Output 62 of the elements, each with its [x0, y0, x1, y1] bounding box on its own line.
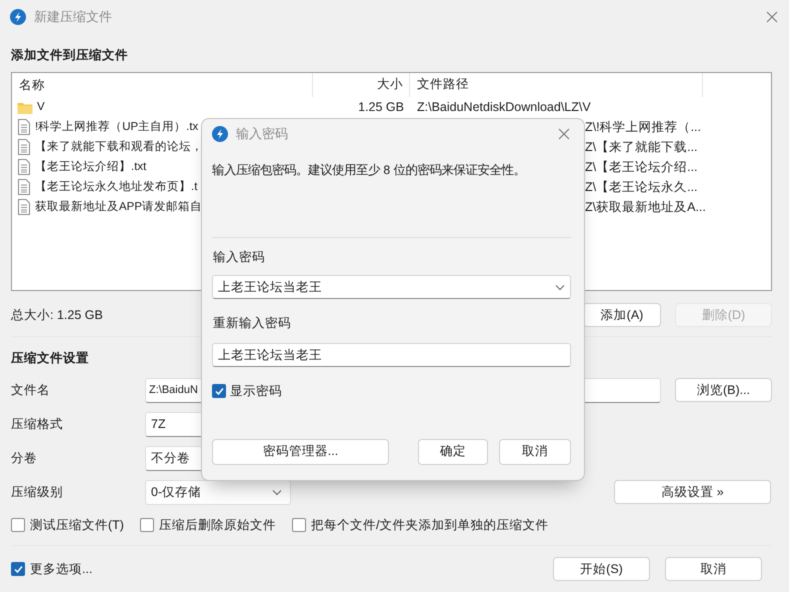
file-name: !科学上网推荐（UP主自用）.tx: [35, 119, 198, 135]
checkbox[interactable]: [292, 518, 306, 532]
section-title: 添加文件到压缩文件: [11, 47, 128, 64]
column-header[interactable]: 大小: [313, 73, 410, 97]
checkbox[interactable]: [11, 518, 25, 532]
field-label: 压缩级别: [11, 484, 64, 501]
add-button[interactable]: 添加(A): [583, 303, 661, 327]
checkbox-label: 显示密码: [230, 382, 282, 400]
file-name: 【老王论坛永久地址发布页】.t: [35, 179, 198, 195]
ok-button[interactable]: 确定: [418, 438, 488, 465]
checkbox[interactable]: [140, 518, 154, 532]
total-size-text: 总大小: 1.25 GB: [11, 306, 103, 324]
checkbox-label: 更多选项...: [30, 560, 92, 578]
dialog-message: 输入压缩包密码。建议使用至少 8 位的密码来保证安全性。: [212, 162, 527, 179]
file-path: Z\【老王论坛永久...: [585, 179, 698, 196]
check-icon: [12, 564, 24, 574]
section-title: 压缩文件设置: [11, 350, 89, 367]
text-file-icon: [17, 159, 31, 175]
dropdown[interactable]: 0-仅存储: [145, 480, 291, 504]
cancel-button[interactable]: 取消: [665, 557, 762, 581]
field-label: 输入密码: [213, 249, 266, 266]
password-field[interactable]: 上老王论坛当老王: [212, 275, 571, 300]
field-label: 重新输入密码: [213, 315, 292, 332]
password-confirm-field[interactable]: 上老王论坛当老王: [212, 342, 571, 367]
app-logo-icon: [10, 8, 26, 24]
file-path: Z\【老王论坛介绍...: [585, 159, 698, 176]
check-icon: [214, 386, 224, 397]
file-size: 1.25 GB: [357, 99, 405, 116]
app-logo-icon: [212, 126, 228, 142]
file-name: 获取最新地址及APP请发邮箱自: [35, 199, 202, 215]
checkbox-label: 压缩后删除原始文件: [158, 516, 276, 534]
file-name: V: [37, 100, 45, 115]
field-label: 压缩格式: [11, 416, 64, 433]
close-icon[interactable]: [765, 10, 779, 24]
column-header[interactable]: 名称: [12, 73, 313, 97]
file-path: Z\【来了就能下载...: [585, 139, 698, 156]
caret-icon: [555, 284, 565, 291]
checkbox[interactable]: [212, 384, 226, 398]
text-file-icon: [17, 139, 31, 155]
file-name: 【老王论坛介绍】.txt: [35, 160, 146, 175]
dialog-title: 输入密码: [236, 125, 288, 144]
field-label: 文件名: [11, 382, 51, 399]
file-path: Z\获取最新地址及A...: [585, 199, 706, 216]
file-path: Z:\BaiduNetdiskDownload\LZ\V: [416, 99, 592, 116]
password-manager-button[interactable]: 密码管理器...: [212, 438, 389, 465]
field-label: 分卷: [11, 450, 38, 467]
column-header[interactable]: 文件路径: [410, 73, 703, 97]
checkbox[interactable]: [11, 562, 25, 576]
text-file-icon: [17, 179, 31, 195]
caret-icon: [272, 488, 282, 496]
checkbox-label: 把每个文件/文件夹添加到单独的压缩文件: [310, 516, 548, 534]
advanced-settings-button[interactable]: 高级设置 »: [614, 480, 771, 504]
checkbox-label: 测试压缩文件(T): [30, 516, 124, 534]
browse-button[interactable]: 浏览(B)...: [675, 378, 772, 402]
window-title: 新建压缩文件: [34, 8, 112, 26]
text-file-icon: [17, 199, 31, 215]
cancel-button[interactable]: 取消: [499, 438, 571, 465]
file-path: Z\!科学上网推荐（...: [585, 119, 701, 136]
text-file-icon: [17, 119, 31, 135]
close-icon[interactable]: [557, 127, 571, 141]
file-name: 【来了就能下载和观看的论坛，: [35, 140, 203, 155]
start-button[interactable]: 开始(S): [553, 557, 650, 581]
